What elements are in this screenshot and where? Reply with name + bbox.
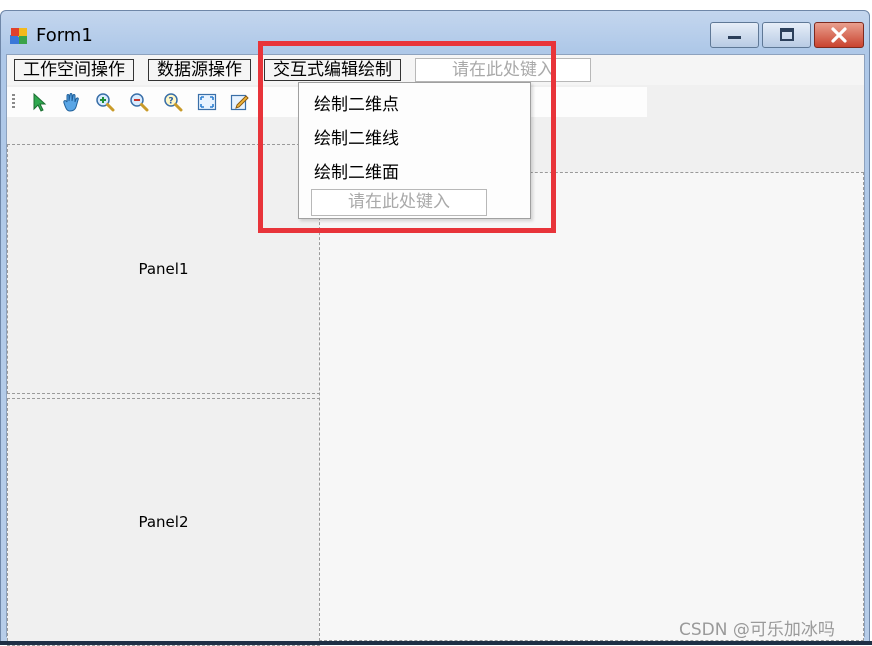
maximize-button[interactable] [762, 22, 811, 48]
edit-icon[interactable] [230, 92, 250, 112]
close-icon [831, 27, 847, 43]
menu-workspace-ops[interactable]: 工作空间操作 [14, 59, 134, 81]
toolbar-grip[interactable] [12, 94, 15, 110]
window-title: Form1 [36, 25, 93, 46]
panel-2-label: Panel2 [138, 513, 189, 531]
close-button[interactable] [814, 22, 864, 48]
select-arrow-icon[interactable] [29, 92, 49, 112]
svg-text:?: ? [168, 97, 173, 107]
zoom-in-icon[interactable] [95, 92, 115, 112]
toolbar-empty-area [647, 87, 864, 117]
panel-1-label: Panel1 [138, 260, 189, 278]
menu-datasource-ops[interactable]: 数据源操作 [148, 59, 251, 81]
pan-hand-icon[interactable] [60, 92, 80, 112]
full-extent-icon[interactable] [197, 92, 217, 112]
maximize-icon [779, 28, 794, 41]
zoom-out-icon[interactable] [129, 92, 149, 112]
panel-2: Panel2 [7, 398, 320, 646]
minimize-button[interactable] [710, 22, 759, 48]
screen-bottom-edge [0, 641, 872, 645]
app-icon [10, 28, 27, 44]
red-highlight-box [258, 41, 556, 233]
query-icon[interactable]: ? [163, 92, 183, 112]
watermark: CSDN @可乐加冰吗 [679, 620, 835, 640]
map-control-area[interactable] [319, 172, 864, 641]
minimize-icon [727, 36, 741, 39]
